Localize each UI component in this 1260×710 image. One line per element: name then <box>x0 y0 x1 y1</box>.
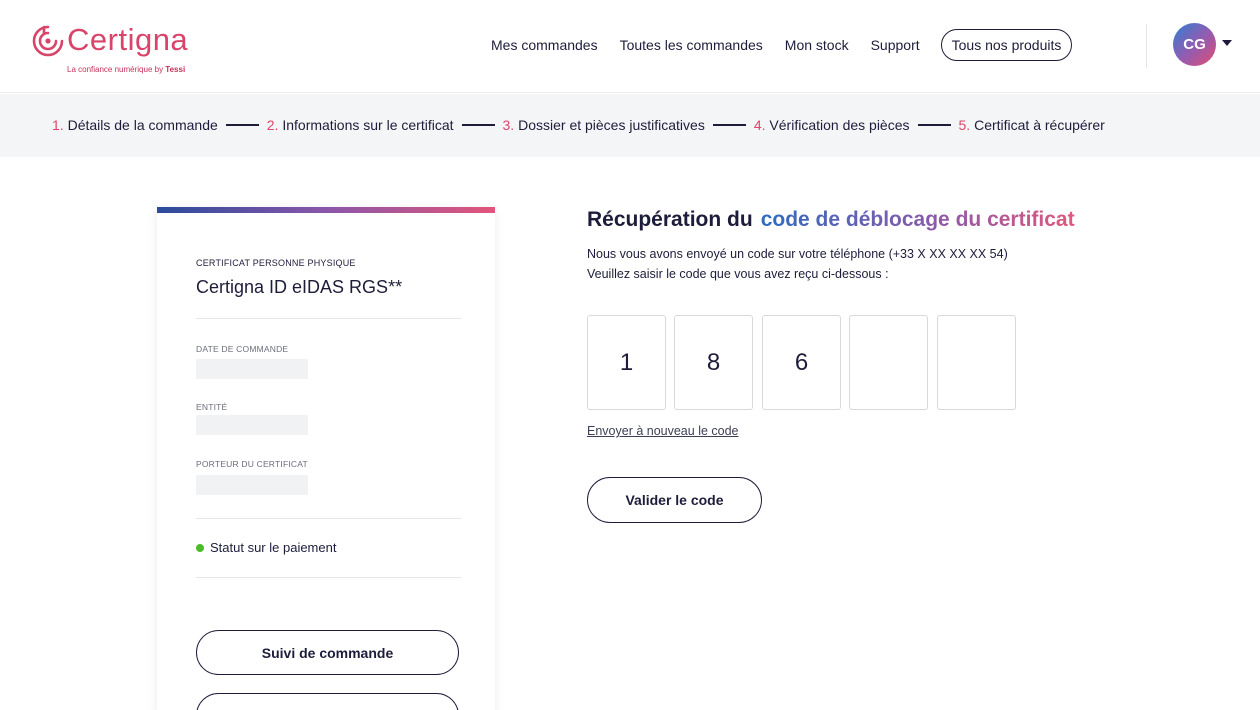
order-tracking-button[interactable]: Suivi de commande <box>196 630 459 675</box>
nav-mon-stock[interactable]: Mon stock <box>785 37 849 53</box>
step-1: 1. Détails de la commande <box>52 117 218 133</box>
certificate-type: CERTIFICAT PERSONNE PHYSIQUE <box>196 258 356 268</box>
certigna-logo[interactable]: Certigna La confiance numérique by Tessi <box>31 22 211 78</box>
resend-code-link[interactable]: Envoyer à nouveau le code <box>587 424 739 438</box>
order-date-label: DATE DE COMMANDE <box>196 344 289 354</box>
step-3: 3. Dossier et pièces justificatives <box>502 117 705 133</box>
nav-support[interactable]: Support <box>871 37 920 53</box>
chevron-down-icon[interactable] <box>1222 40 1232 46</box>
step-5: 5. Certificat à récupérer <box>958 117 1105 133</box>
order-date-value <box>196 359 308 379</box>
step-connector <box>461 124 495 126</box>
order-stepper: 1. Détails de la commande 2. Information… <box>0 94 1260 157</box>
code-digit-1[interactable]: 1 <box>587 315 666 410</box>
step-connector <box>712 124 746 126</box>
validate-code-button[interactable]: Valider le code <box>587 477 762 523</box>
status-dot-icon <box>196 543 204 552</box>
logo-wordmark: Certigna <box>67 22 189 57</box>
enter-code-instruction: Veuillez saisir le code que vous avez re… <box>587 267 889 281</box>
secondary-card-button[interactable] <box>196 693 459 710</box>
certigna-logo-icon <box>32 25 64 57</box>
step-4: 4. Vérification des pièces <box>753 117 910 133</box>
step-connector <box>917 124 951 126</box>
main-nav: Mes commandes Toutes les commandes Mon s… <box>480 29 1073 61</box>
header-divider <box>1146 24 1147 68</box>
nav-toutes-les-commandes[interactable]: Toutes les commandes <box>620 37 763 53</box>
step-2: 2. Informations sur le certificat <box>266 117 454 133</box>
certificate-name: Certigna ID eIDAS RGS** <box>196 277 403 297</box>
code-digit-4[interactable] <box>849 315 928 410</box>
certificate-holder-value <box>196 475 308 495</box>
certificate-holder-label: PORTEUR DU CERTIFICAT <box>196 459 308 469</box>
payment-status: Statut sur le paiement <box>196 540 336 555</box>
user-avatar[interactable]: CG <box>1173 23 1216 66</box>
order-summary-card: CERTIFICAT PERSONNE PHYSIQUE Certigna ID… <box>157 207 495 710</box>
card-gradient-bar <box>157 207 495 213</box>
entity-label: ENTITÉ <box>196 402 228 412</box>
divider <box>196 318 461 319</box>
code-digit-5[interactable] <box>937 315 1016 410</box>
page-title: Récupération du code de déblocage du cert… <box>587 208 1075 231</box>
payment-status-label: Statut sur le paiement <box>210 540 337 555</box>
all-products-button[interactable]: Tous nos produits <box>940 29 1073 61</box>
divider <box>196 577 461 578</box>
sms-sent-text: Nous vous avons envoyé un code sur votre… <box>587 247 1008 261</box>
logo-tagline: La confiance numérique by Tessi <box>67 65 186 74</box>
code-digit-3[interactable]: 6 <box>762 315 841 410</box>
step-connector <box>225 124 259 126</box>
code-digit-2[interactable]: 8 <box>674 315 753 410</box>
divider <box>196 518 461 519</box>
entity-value <box>196 415 308 435</box>
top-header: Certigna La confiance numérique by Tessi… <box>0 0 1260 93</box>
nav-mes-commandes[interactable]: Mes commandes <box>491 37 598 53</box>
